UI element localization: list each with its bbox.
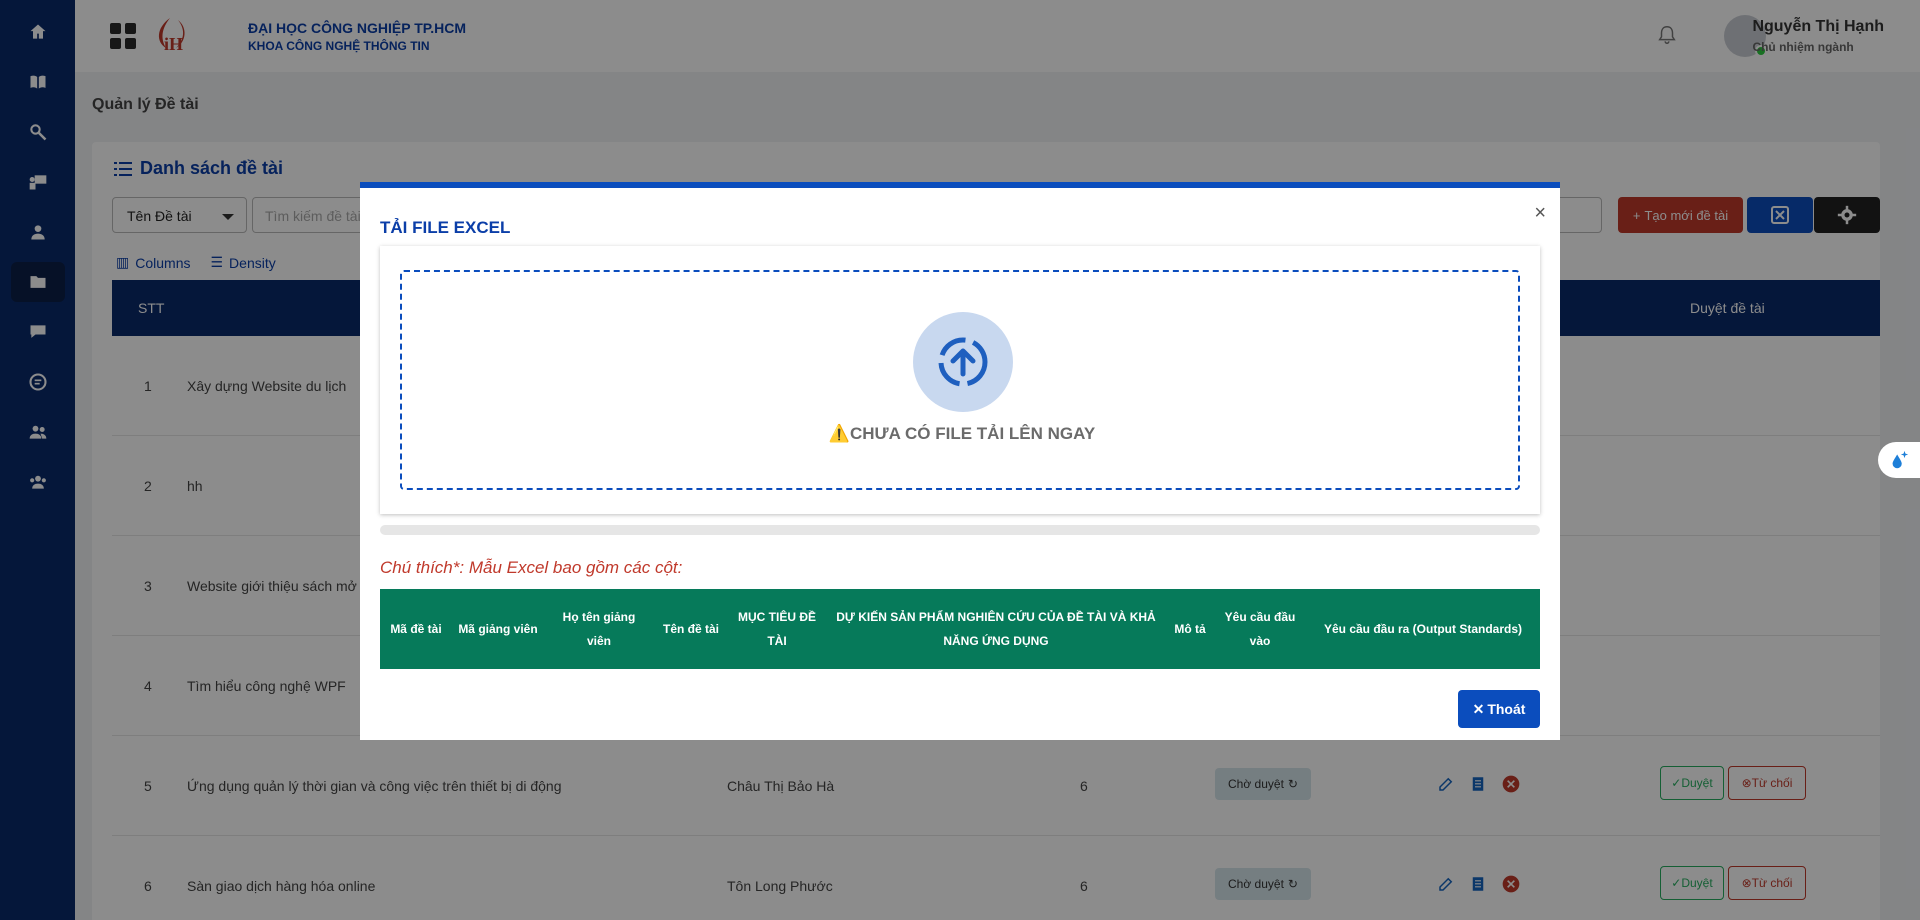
template-column: Mô tả bbox=[1174, 622, 1206, 636]
file-dropzone[interactable]: ⚠️CHƯA CÓ FILE TẢI LÊN NGAY bbox=[400, 270, 1520, 490]
sparkle-drop-icon bbox=[1892, 450, 1909, 469]
template-column: MỤC TIÊU ĐỀ TÀI bbox=[738, 610, 816, 648]
warning-icon: ⚠️ bbox=[828, 424, 850, 443]
template-column: Yêu cầu đầu vào bbox=[1224, 610, 1296, 648]
template-column: DỰ KIẾN SẢN PHẨM NGHIÊN CỨU CỦA ĐỀ TÀI V… bbox=[836, 610, 1156, 648]
template-column: Mã đề tài bbox=[390, 622, 442, 636]
template-column: Họ tên giảng viên bbox=[562, 610, 636, 648]
exit-button[interactable]: ✕ Thoát bbox=[1458, 690, 1540, 728]
template-note: Chú thích*: Mẫu Excel bao gồm các cột: bbox=[380, 558, 683, 577]
upload-icon[interactable] bbox=[913, 312, 1013, 412]
template-column: Mã giảng viên bbox=[458, 622, 538, 636]
upload-card: ⚠️CHƯA CÓ FILE TẢI LÊN NGAY bbox=[380, 246, 1540, 514]
modal-title: TẢI FILE EXCEL bbox=[380, 218, 511, 237]
template-column: Tên đề tài bbox=[662, 622, 719, 636]
upload-progress-bar bbox=[380, 525, 1540, 535]
exit-label: Thoát bbox=[1487, 701, 1526, 717]
floating-helper-button[interactable] bbox=[1878, 442, 1920, 478]
close-x-icon: ✕ bbox=[1472, 700, 1485, 717]
no-file-message: ⚠️CHƯA CÓ FILE TẢI LÊN NGAY bbox=[402, 424, 1522, 444]
no-file-text: CHƯA CÓ FILE TẢI LÊN NGAY bbox=[849, 424, 1096, 443]
upload-excel-modal: TẢI FILE EXCEL × ⚠️CHƯA CÓ FILE TẢI LÊN … bbox=[360, 182, 1560, 740]
template-column: Yêu cầu đầu ra (Output Standards) bbox=[1323, 622, 1523, 636]
template-columns-table: Mã đề tài Mã giảng viên Họ tên giảng viê… bbox=[380, 589, 1540, 669]
close-icon[interactable]: × bbox=[1534, 202, 1546, 225]
